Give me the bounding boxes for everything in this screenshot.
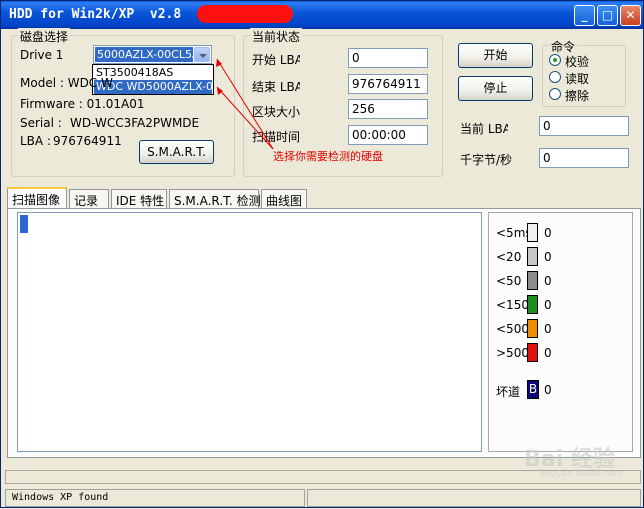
bad-block-label: 坏道 [496,385,521,399]
tab-scan-image[interactable]: 扫描图像 [7,187,67,210]
baidu-watermark-url: jingyan.baidu.com [539,469,623,479]
annotation-arrow-dropdown [216,86,274,150]
tab-smart-check[interactable]: S.M.A.R.T. 检测 [169,189,261,209]
legend-label-5: >500 [496,346,529,360]
status-cell-empty [307,489,641,507]
legend-swatch-3 [527,295,538,314]
scan-cursor-block [20,215,28,233]
latency-legend-panel: <5ms 0 <20 0 <50 0 <150 0 <500 0 >500 0 坏道 B 0 [488,212,633,452]
legend-swatch-1 [527,247,538,266]
bad-block-count: 0 [544,383,552,397]
status-bar: Windows XP found [5,489,641,507]
tab-log[interactable]: 记录 [69,189,109,209]
arrow-head-icon [217,87,223,95]
legend-swatch-4 [527,319,538,338]
bad-block-swatch: B [527,380,539,399]
legend-count-5: 0 [544,346,552,360]
legend-swatch-0 [527,223,538,242]
annotation-arrow-combo [216,58,274,150]
legend-count-3: 0 [544,298,552,312]
legend-count-1: 0 [544,250,552,264]
status-message: Windows XP found [5,489,305,507]
legend-label-3: <150 [496,298,529,312]
tab-graph[interactable]: 曲线图 [261,189,307,209]
legend-count-0: 0 [544,226,552,240]
legend-swatch-2 [527,271,538,290]
legend-label-1: <20 [496,250,522,264]
tab-ide-features[interactable]: IDE 特性 [111,189,167,209]
annotation-text: 选择你需要检测的硬盘 [273,150,383,163]
legend-count-2: 0 [544,274,552,288]
scan-map-panel [17,212,482,452]
legend-swatch-5 [527,343,538,362]
legend-count-4: 0 [544,322,552,336]
legend-label-2: <50 [496,274,522,288]
legend-label-4: <500 [496,322,529,336]
main-window: HDD for Win2k/XP v2.8 _ □ ✕ 磁盘选择 Drive 1… [0,0,644,508]
